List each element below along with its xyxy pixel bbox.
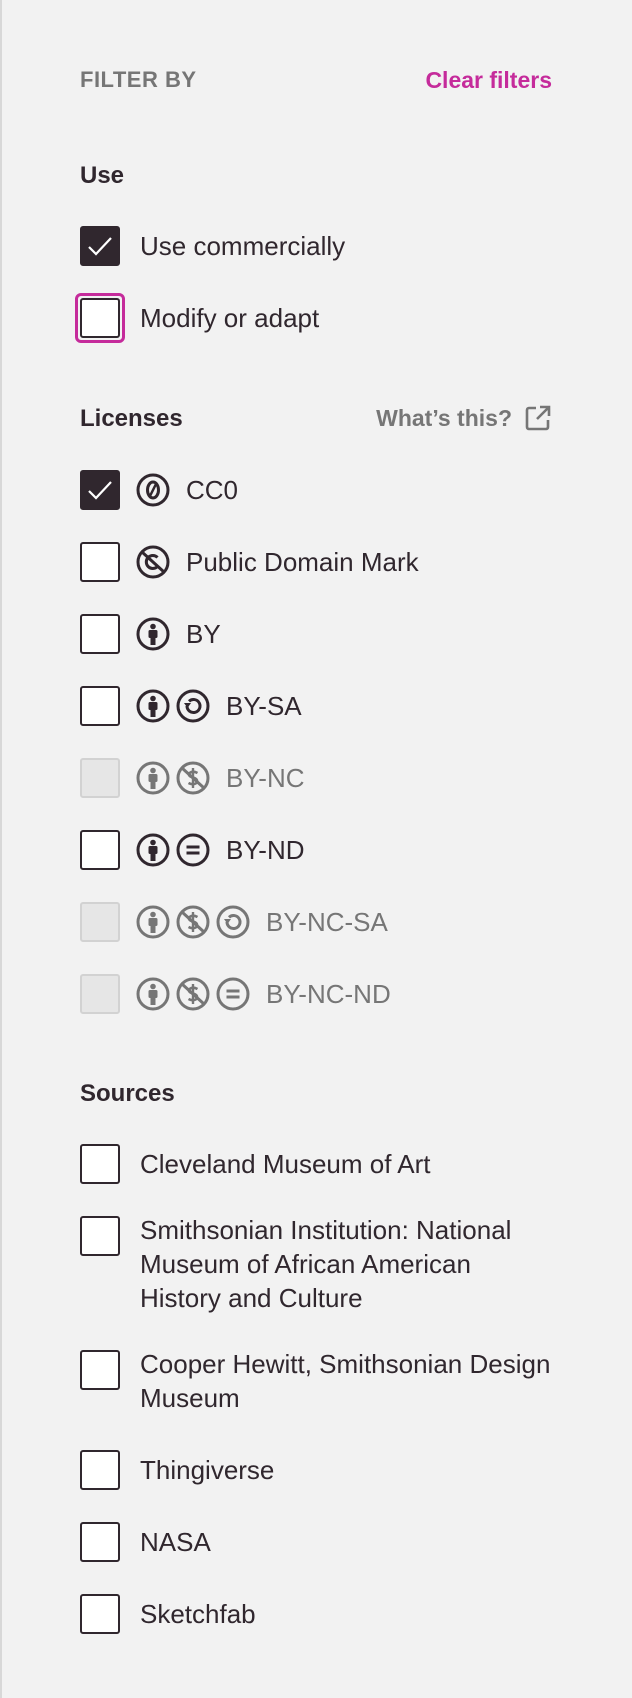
license-pdm-label: Public Domain Mark [186,546,419,577]
licenses-section-title: Licenses [80,405,183,432]
source-label: NASA [140,1526,211,1557]
external-link-icon [525,405,551,431]
license-by-option[interactable]: BY [80,614,552,654]
whats-this-link[interactable]: What’s this? [376,404,552,432]
use-commercially-checkbox[interactable] [80,226,120,266]
filter-header: FILTER BY Clear filters [80,62,552,98]
source-label: Thingiverse [140,1454,275,1485]
zero-icon [136,473,170,507]
license-icons [136,689,216,723]
license-by-nc-nd-option: BY-NC-ND [80,974,552,1014]
license-icons [136,977,256,1011]
modify-or-adapt-option[interactable]: Modify or adapt [75,293,552,343]
attribution-icon [136,761,170,795]
source-cleveland-checkbox[interactable] [80,1144,120,1184]
attribution-icon [136,689,170,723]
attribution-icon [136,905,170,939]
license-by-sa-label: BY-SA [226,690,302,721]
panel-border [0,0,2,1698]
license-by-sa-option[interactable]: BY-SA [80,686,552,726]
use-commercially-option[interactable]: Use commercially [80,226,552,266]
checkmark-icon [88,481,112,500]
no-derivatives-icon [176,833,210,867]
use-commercially-label: Use commercially [140,230,346,261]
license-icons [136,473,176,507]
source-label: Cooper Hewitt, Smithsonian Design Museum [140,1349,551,1413]
whats-this-label: What’s this? [376,404,512,431]
clear-filters-button[interactable]: Clear filters [425,67,552,94]
license-by-nc-sa-label: BY-NC-SA [266,906,388,937]
license-by-nc-sa-option: BY-NC-SA [80,902,552,942]
source-thingiverse-checkbox[interactable] [80,1450,120,1490]
license-cc0-checkbox[interactable] [80,470,120,510]
license-by-label: BY [186,618,221,649]
license-by-nc-sa-checkbox [80,902,120,942]
license-cc0-option[interactable]: CC0 [80,470,552,510]
license-by-sa-checkbox[interactable] [80,686,120,726]
attribution-icon [136,977,170,1011]
source-option[interactable]: Cleveland Museum of Art [80,1144,552,1184]
source-label: Sketchfab [140,1598,256,1629]
license-by-nc-checkbox [80,758,120,798]
source-smithsonian-nmaahc-checkbox[interactable] [80,1216,120,1256]
non-commercial-icon [176,761,210,795]
modify-or-adapt-label: Modify or adapt [140,302,320,333]
license-icons [136,761,216,795]
license-by-nd-option[interactable]: BY-ND [80,830,552,870]
source-option[interactable]: NASA [80,1522,552,1562]
source-option[interactable]: Thingiverse [80,1450,552,1490]
source-option[interactable]: Sketchfab [80,1594,552,1634]
license-icons [136,905,256,939]
source-option[interactable]: Smithsonian Institution: National Museum… [80,1215,552,1315]
license-icons [136,833,216,867]
public-domain-icon [136,545,170,579]
license-by-nd-label: BY-ND [226,834,305,865]
sources-section-title: Sources [80,1080,175,1107]
filter-by-title: FILTER BY [80,67,197,92]
share-alike-icon [216,905,250,939]
source-sketchfab-checkbox[interactable] [80,1594,120,1634]
use-section-title: Use [80,162,125,189]
no-derivatives-icon [216,977,250,1011]
source-option[interactable]: Cooper Hewitt, Smithsonian Design Museum [80,1349,552,1415]
license-by-checkbox[interactable] [80,614,120,654]
attribution-icon [136,833,170,867]
source-label: Smithsonian Institution: National Museum… [140,1215,512,1313]
checkmark-icon [88,237,112,256]
share-alike-icon [176,689,210,723]
source-nasa-checkbox[interactable] [80,1522,120,1562]
modify-or-adapt-checkbox[interactable] [75,293,125,343]
source-label: Cleveland Museum of Art [140,1148,431,1179]
license-icons [136,545,176,579]
attribution-icon [136,617,170,651]
license-pdm-checkbox[interactable] [80,542,120,582]
license-icons [136,617,176,651]
license-pdm-option[interactable]: Public Domain Mark [80,542,552,582]
license-by-nd-checkbox[interactable] [80,830,120,870]
license-by-nc-label: BY-NC [226,762,305,793]
license-by-nc-option: BY-NC [80,758,552,798]
source-cooper-hewitt-checkbox[interactable] [80,1350,120,1390]
license-by-nc-nd-checkbox [80,974,120,1014]
license-by-nc-nd-label: BY-NC-ND [266,978,391,1009]
license-cc0-label: CC0 [186,474,239,505]
non-commercial-icon [176,905,210,939]
non-commercial-icon [176,977,210,1011]
